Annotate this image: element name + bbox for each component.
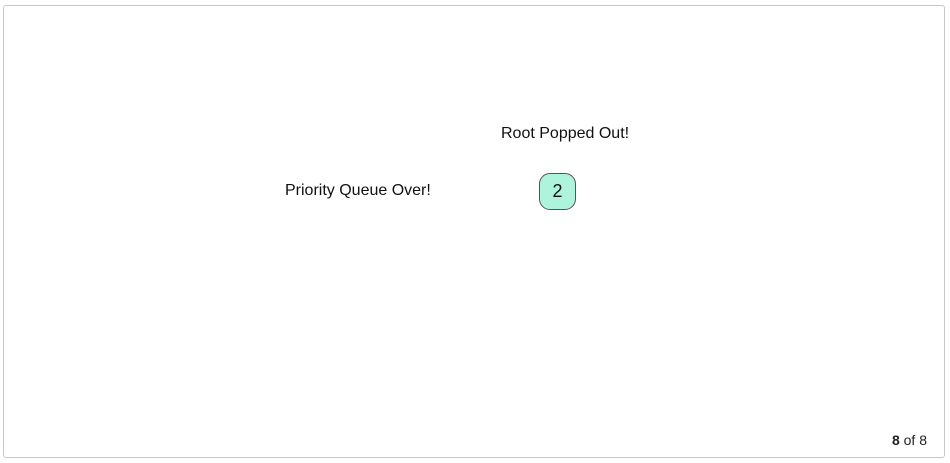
- heap-node-value: 2: [552, 181, 563, 201]
- slide-frame: Root Popped Out! Priority Queue Over! 2 …: [3, 5, 945, 458]
- heap-node: 2: [539, 173, 576, 210]
- slide-counter-current: 8: [891, 432, 900, 448]
- priority-queue-over-label: Priority Queue Over!: [285, 182, 431, 199]
- slide-counter-total: 8: [919, 432, 927, 448]
- root-popped-label: Root Popped Out!: [501, 125, 630, 142]
- slide-counter: 8 of 8: [892, 432, 927, 448]
- slide-counter-separator: of: [903, 432, 916, 448]
